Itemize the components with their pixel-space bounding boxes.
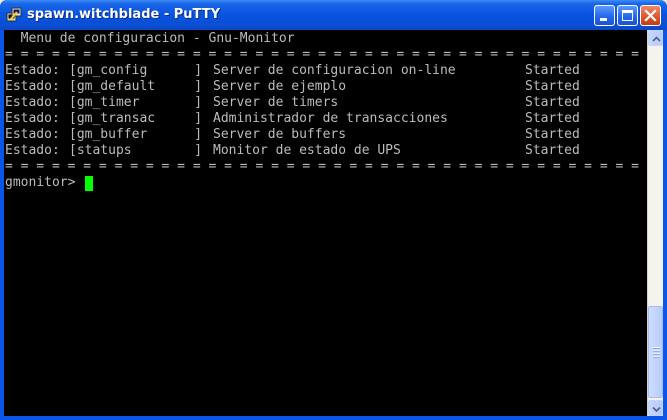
separator-line-bottom: = = = = = = = = = = = = = = = = = = = = … [5,159,639,174]
service-row: Estado: [gm_default ] Server de ejemplo … [5,79,580,95]
service-description: Server de ejemplo [213,79,347,94]
service-description: Monitor de estado de UPS [213,143,401,158]
service-name: [statups ] [69,143,203,158]
vertical-scrollbar[interactable] [647,30,663,416]
minimize-button[interactable] [594,5,615,26]
grip-line [653,356,660,358]
grip-line [653,353,660,355]
service-status: Started [525,127,580,142]
service-description: Server de buffers [213,127,347,142]
service-label: Estado: [5,63,60,78]
separator-line-top: = = = = = = = = = = = = = = = = = = = = … [5,47,639,62]
scroll-up-button[interactable] [648,30,663,46]
service-name: [gm_config ] [69,63,203,78]
terminal-screen[interactable]: Menu de configuracion - Gnu-Monitor = = … [4,30,647,416]
scroll-down-button[interactable] [648,400,663,416]
putty-window: spawn.witchblade - PuTTY Menu de configu… [0,0,667,420]
service-row: Estado: [statups ] Monitor de estado de … [5,143,580,159]
grip-line [653,350,660,352]
service-status: Started [525,63,580,78]
service-description: Administrador de transacciones [213,111,448,126]
text-cursor [85,176,93,191]
terminal-area[interactable]: Menu de configuracion - Gnu-Monitor = = … [4,30,663,416]
service-label: Estado: [5,111,60,126]
title-bar[interactable]: spawn.witchblade - PuTTY [0,0,667,30]
service-description: Server de timers [213,95,339,110]
arrow-up-icon [652,36,661,42]
service-description: Server de configuracion on-line [213,63,456,78]
service-status: Started [525,95,580,110]
service-status: Started [525,111,580,126]
minimize-icon [600,18,607,21]
service-name: [gm_default ] [69,79,203,94]
service-label: Estado: [5,143,60,158]
scrollbar-thumb[interactable] [648,306,663,398]
arrow-down-icon [652,406,661,413]
command-prompt-line[interactable]: gmonitor> [5,175,165,191]
service-status: Started [525,79,580,94]
service-row: Estado: [gm_buffer ] Server de buffers S… [5,127,580,143]
window-title: spawn.witchblade - PuTTY [27,7,220,22]
service-label: Estado: [5,127,60,142]
service-row: Estado: [gm_config ] Server de configura… [5,63,580,79]
command-prompt: gmonitor> [5,175,84,190]
close-button[interactable] [640,5,661,26]
maximize-button[interactable] [617,5,638,26]
service-name: [gm_timer ] [69,95,203,110]
menu-title: Menu de configuracion - Gnu-Monitor [5,31,295,46]
grip-line [653,347,660,349]
service-label: Estado: [5,79,60,94]
putty-icon[interactable] [6,7,22,23]
service-status: Started [525,143,580,158]
service-row: Estado: [gm_timer ] Server de timers Sta… [5,95,580,111]
close-icon [644,9,657,22]
maximize-icon [622,10,633,21]
service-row: Estado: [gm_transac ] Administrador de t… [5,111,580,127]
service-label: Estado: [5,95,60,110]
service-name: [gm_transac ] [69,111,203,126]
service-name: [gm_buffer ] [69,127,203,142]
